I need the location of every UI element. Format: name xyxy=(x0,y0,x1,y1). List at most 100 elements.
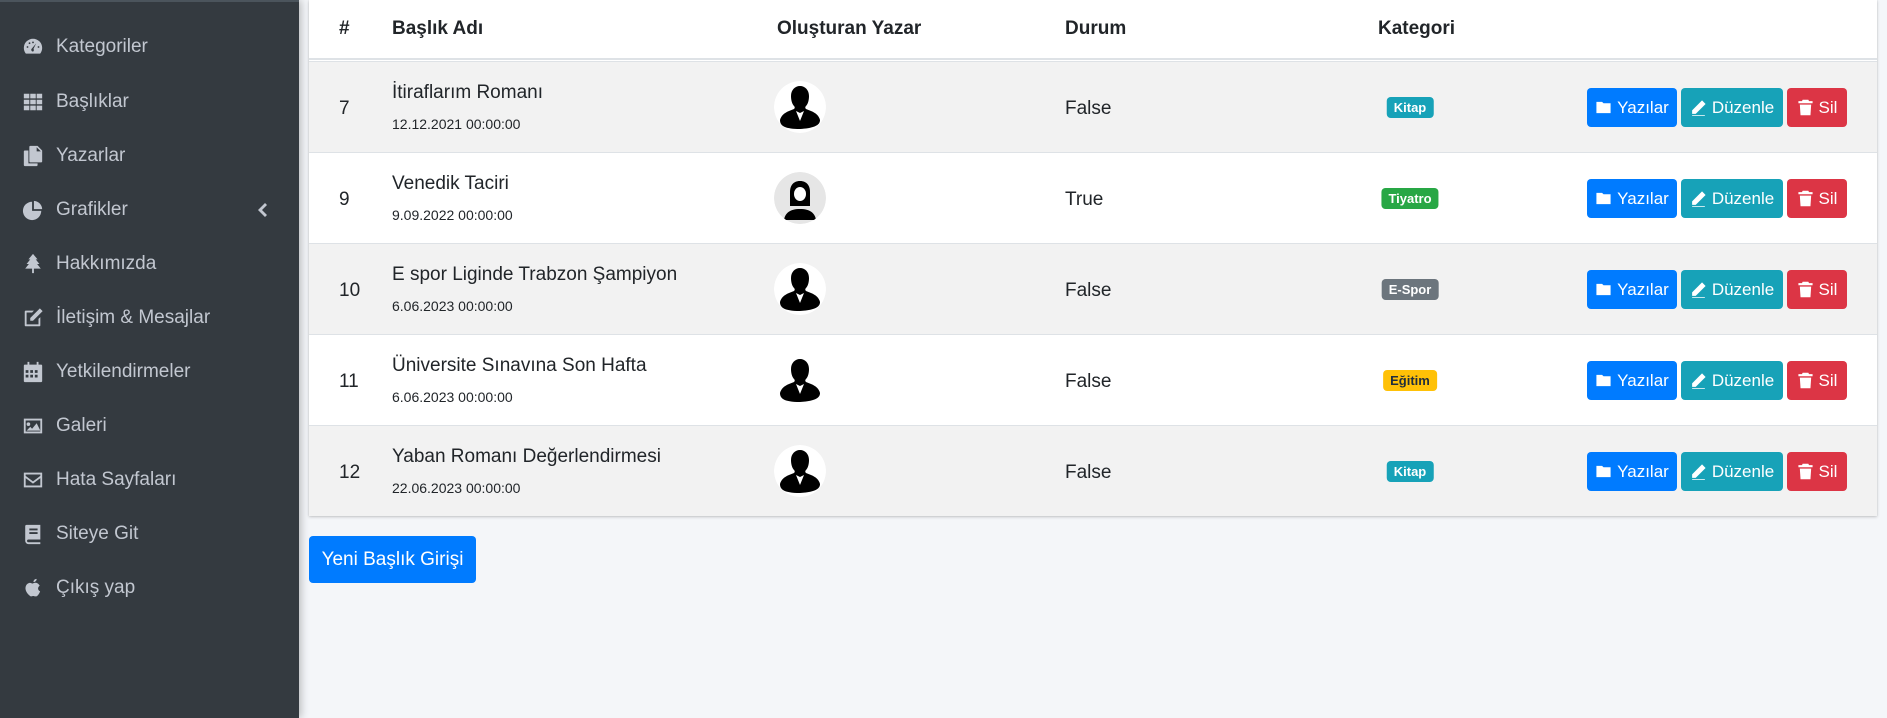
copy-files-icon xyxy=(21,144,45,168)
duzenle-button-label: Düzenle xyxy=(1711,461,1775,481)
grid-icon xyxy=(21,90,45,114)
folder-icon xyxy=(1596,101,1611,114)
female-avatar-icon xyxy=(774,172,826,224)
sil-button-label: Sil xyxy=(1818,370,1838,390)
sidebar-item-yetkilendirmeler[interactable]: Yetkilendirmeler xyxy=(0,349,299,395)
sil-button[interactable]: Sil xyxy=(1787,88,1847,127)
row-title: İtiraflarım Romanı xyxy=(392,82,543,103)
row-id: 10 xyxy=(339,280,361,301)
sidebar-divider xyxy=(0,0,299,2)
sidebar-item-basliklar[interactable]: Başlıklar xyxy=(0,79,299,125)
sidebar-item-siteye-git[interactable]: Siteye Git xyxy=(0,511,299,557)
book-icon xyxy=(21,522,45,546)
sidebar-item-yazarlar[interactable]: Yazarlar xyxy=(0,133,299,179)
pencil-icon xyxy=(1691,100,1706,116)
sil-button-label: Sil xyxy=(1818,461,1838,481)
table-row: 7 İtiraflarım Romanı 12.12.2021 00:00:00… xyxy=(309,61,1877,152)
sil-button[interactable]: Sil xyxy=(1787,179,1847,218)
apple-icon xyxy=(21,576,45,600)
sil-button-label: Sil xyxy=(1818,188,1838,208)
tree-icon xyxy=(21,252,45,276)
yazilar-button[interactable]: Yazılar xyxy=(1587,88,1677,127)
yazilar-button-label: Yazılar xyxy=(1617,279,1669,299)
dashboard-gauge-icon xyxy=(21,35,45,59)
titles-table-card: # Başlık Adı Oluşturan Yazar Durum Kateg… xyxy=(309,0,1877,516)
column-header-title: Başlık Adı xyxy=(392,18,484,39)
yazilar-button-label: Yazılar xyxy=(1617,188,1669,208)
sidebar-item-label: Galeri xyxy=(56,415,107,436)
folder-icon xyxy=(1596,192,1611,205)
row-title: Venedik Taciri xyxy=(392,173,509,194)
row-date: 6.06.2023 00:00:00 xyxy=(392,389,513,405)
duzenle-button-label: Düzenle xyxy=(1711,188,1775,208)
sil-button[interactable]: Sil xyxy=(1787,270,1847,309)
row-date: 12.12.2021 00:00:00 xyxy=(392,116,521,132)
duzenle-button[interactable]: Düzenle xyxy=(1681,452,1783,491)
pencil-icon xyxy=(1691,191,1706,207)
sidebar-item-label: Hata Sayfaları xyxy=(56,469,177,490)
yazilar-button[interactable]: Yazılar xyxy=(1587,452,1677,491)
column-header-status: Durum xyxy=(1065,18,1127,39)
yazilar-button[interactable]: Yazılar xyxy=(1587,361,1677,400)
pencil-icon xyxy=(1691,373,1706,389)
column-header-id: # xyxy=(339,18,350,39)
pencil-icon xyxy=(1691,282,1706,298)
row-id: 7 xyxy=(339,98,350,119)
sidebar-item-hakkimizda[interactable]: Hakkımızda xyxy=(0,241,299,287)
sidebar-item-label: Siteye Git xyxy=(56,523,139,544)
row-status: False xyxy=(1065,462,1112,483)
duzenle-button[interactable]: Düzenle xyxy=(1681,88,1783,127)
sidebar-item-galeri[interactable]: Galeri xyxy=(0,403,299,449)
duzenle-button-label: Düzenle xyxy=(1711,97,1775,117)
trash-icon xyxy=(1797,99,1813,116)
calendar-icon xyxy=(21,360,45,384)
duzenle-button[interactable]: Düzenle xyxy=(1681,361,1783,400)
sidebar-item-iletisim[interactable]: İletişim & Mesajlar xyxy=(0,295,299,341)
trash-icon xyxy=(1797,463,1813,480)
category-badge: E-Spor xyxy=(1381,279,1439,300)
row-status: True xyxy=(1065,189,1104,210)
row-date: 9.09.2022 00:00:00 xyxy=(392,207,513,223)
image-icon xyxy=(21,414,45,438)
sil-button-label: Sil xyxy=(1818,279,1838,299)
new-title-button[interactable]: Yeni Başlık Girişi xyxy=(309,536,476,583)
male-avatar-icon xyxy=(774,263,826,315)
row-status: False xyxy=(1065,98,1112,119)
sidebar-item-label: Kategoriler xyxy=(56,36,148,57)
duzenle-button[interactable]: Düzenle xyxy=(1681,270,1783,309)
chevron-left-icon[interactable] xyxy=(255,201,269,219)
sidebar-item-kategoriler[interactable]: Kategoriler xyxy=(0,24,299,70)
sidebar-item-grafikler[interactable]: Grafikler xyxy=(0,187,299,233)
row-date: 22.06.2023 00:00:00 xyxy=(392,480,521,496)
envelope-icon xyxy=(21,468,45,492)
yazilar-button[interactable]: Yazılar xyxy=(1587,179,1677,218)
table-row: 11 Üniversite Sınavına Son Hafta 6.06.20… xyxy=(309,334,1877,425)
edit-icon xyxy=(21,306,45,330)
pie-chart-icon xyxy=(21,198,45,222)
sidebar: Kategoriler Başlıklar Yazarlar Grafikler… xyxy=(0,0,299,718)
table-row: 12 Yaban Romanı Değerlendirmesi 22.06.20… xyxy=(309,425,1877,516)
male-avatar-icon xyxy=(774,445,826,497)
sidebar-item-hata-sayfalari[interactable]: Hata Sayfaları xyxy=(0,457,299,503)
row-id: 12 xyxy=(339,462,361,483)
duzenle-button-label: Düzenle xyxy=(1711,370,1775,390)
row-title: E spor Liginde Trabzon Şampiyon xyxy=(392,264,678,285)
male-avatar-icon xyxy=(774,81,826,133)
yazilar-button-label: Yazılar xyxy=(1617,97,1669,117)
folder-icon xyxy=(1596,465,1611,478)
sidebar-item-cikis[interactable]: Çıkış yap xyxy=(0,565,299,611)
sil-button[interactable]: Sil xyxy=(1787,452,1847,491)
sil-button-label: Sil xyxy=(1818,97,1838,117)
sil-button[interactable]: Sil xyxy=(1787,361,1847,400)
column-header-category: Kategori xyxy=(1378,18,1456,39)
trash-icon xyxy=(1797,281,1813,298)
trash-icon xyxy=(1797,372,1813,389)
yazilar-button[interactable]: Yazılar xyxy=(1587,270,1677,309)
category-badge: Eğitim xyxy=(1383,370,1437,391)
pencil-icon xyxy=(1691,464,1706,480)
sidebar-item-label: Yetkilendirmeler xyxy=(56,361,191,382)
category-badge: Kitap xyxy=(1386,461,1434,482)
trash-icon xyxy=(1797,190,1813,207)
duzenle-button[interactable]: Düzenle xyxy=(1681,179,1783,218)
folder-icon xyxy=(1596,283,1611,296)
